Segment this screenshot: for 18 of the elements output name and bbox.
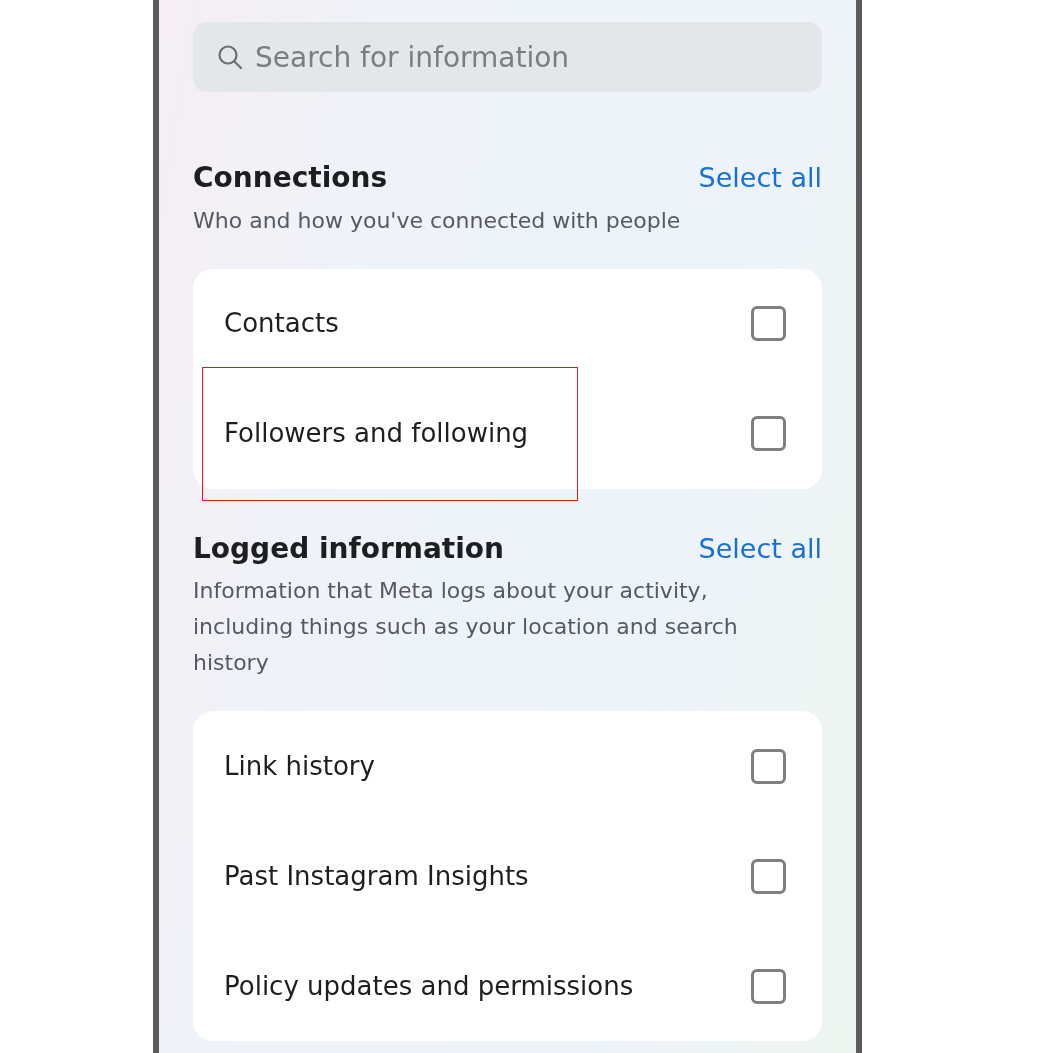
search-icon (217, 44, 243, 70)
option-label: Contacts (224, 307, 339, 340)
section-description: Who and how you've connected with people (193, 206, 682, 235)
option-label: Past Instagram Insights (224, 859, 529, 893)
option-label: Policy updates and permissions (224, 969, 634, 1003)
select-all-link[interactable]: Select all (698, 528, 822, 569)
section-title: Logged information (193, 531, 504, 566)
select-all-link[interactable]: Select all (698, 158, 822, 199)
option-label: Link history (224, 749, 375, 783)
checkbox[interactable] (751, 416, 786, 451)
checkbox[interactable] (751, 306, 786, 341)
section-description: Information that Meta logs about your activity, including things such as your location and search history (193, 577, 739, 677)
search-field[interactable]: Search for information (193, 22, 822, 92)
checkbox[interactable] (751, 968, 786, 1004)
section-title: Connections (193, 161, 388, 196)
checkbox[interactable] (751, 748, 786, 784)
checkbox[interactable] (751, 858, 786, 894)
option-label: Followers and following (224, 417, 529, 450)
